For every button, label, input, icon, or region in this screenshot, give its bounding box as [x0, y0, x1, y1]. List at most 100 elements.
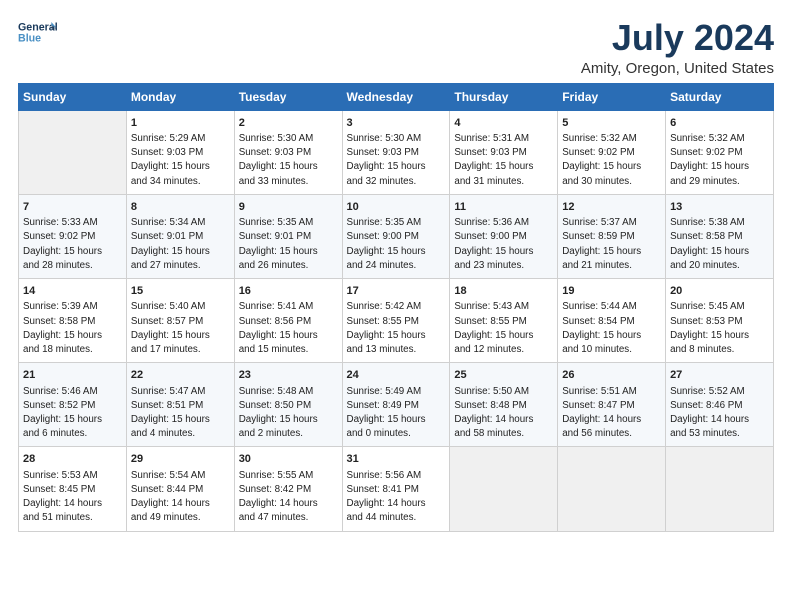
table-row: 23 Sunrise: 5:48 AM Sunset: 8:50 PM Dayli… — [234, 363, 342, 447]
table-row: 5Sunrise: 5:32 AM Sunset: 9:02 PM Daylig… — [558, 110, 666, 194]
day-info: Sunrise: 5:48 AM Sunset: 8:50 PM Dayligh… — [239, 385, 338, 442]
table-row: 13Sunrise: 5:38 AM Sunset: 8:58 PM Dayli… — [666, 194, 774, 278]
day-number: 3 — [347, 116, 446, 131]
day-info: Sunrise: 5:42 AM Sunset: 8:55 PM Dayligh… — [347, 300, 446, 357]
table-row: 11Sunrise: 5:36 AM Sunset: 9:00 PM Dayli… — [450, 194, 558, 278]
table-row: 9Sunrise: 5:35 AM Sunset: 9:01 PM Daylig… — [234, 194, 342, 278]
day-info: Sunrise: 5:32 AM Sunset: 9:02 PM Dayligh… — [562, 132, 661, 189]
day-info: Sunrise: 5:30 AM Sunset: 9:03 PM Dayligh… — [239, 132, 338, 189]
day-number: 14 — [23, 284, 122, 299]
table-row: 28 Sunrise: 5:53 AM Sunset: 8:45 PM Dayli… — [19, 447, 127, 531]
table-row — [19, 110, 127, 194]
table-row: 22Sunrise: 5:47 AM Sunset: 8:51 PM Dayli… — [126, 363, 234, 447]
day-number: 17 — [347, 284, 446, 299]
page: General Blue July 2024 Amity, Oregon, Un… — [0, 0, 792, 612]
day-number: 20 — [670, 284, 769, 299]
table-row: 16Sunrise: 5:41 AM Sunset: 8:56 PM Dayli… — [234, 279, 342, 363]
day-info: Sunrise: 5:52 AM Sunset: 8:46 PM Dayligh… — [670, 385, 769, 442]
day-info: Sunrise: 5:46 AM Sunset: 8:52 PM Dayligh… — [23, 385, 122, 442]
table-row: 15Sunrise: 5:40 AM Sunset: 8:57 PM Dayli… — [126, 279, 234, 363]
table-row: 25 Sunrise: 5:50 AM Sunset: 8:48 PM Dayli… — [450, 363, 558, 447]
table-row: 4Sunrise: 5:31 AM Sunset: 9:03 PM Daylig… — [450, 110, 558, 194]
day-info: Sunrise: 5:30 AM Sunset: 9:03 PM Dayligh… — [347, 132, 446, 189]
day-number: 7 — [23, 200, 122, 215]
table-row: 27Sunrise: 5:52 AM Sunset: 8:46 PM Dayli… — [666, 363, 774, 447]
day-info: Sunrise: 5:29 AM Sunset: 9:03 PM Dayligh… — [131, 132, 230, 189]
day-number: 23 — [239, 368, 338, 383]
col-thursday: Thursday — [450, 83, 558, 110]
day-info: Sunrise: 5:36 AM Sunset: 9:00 PM Dayligh… — [454, 216, 553, 273]
table-row: 19Sunrise: 5:44 AM Sunset: 8:54 PM Dayli… — [558, 279, 666, 363]
table-row: 26 Sunrise: 5:51 AM Sunset: 8:47 PM Dayli… — [558, 363, 666, 447]
day-number: 18 — [454, 284, 553, 299]
day-number: 12 — [562, 200, 661, 215]
day-info: Sunrise: 5:40 AM Sunset: 8:57 PM Dayligh… — [131, 300, 230, 357]
day-number: 25 — [454, 368, 553, 383]
table-row: 12Sunrise: 5:37 AM Sunset: 8:59 PM Dayli… — [558, 194, 666, 278]
header: General Blue July 2024 Amity, Oregon, Un… — [18, 18, 774, 77]
day-info: Sunrise: 5:54 AM Sunset: 8:44 PM Dayligh… — [131, 469, 230, 526]
col-wednesday: Wednesday — [342, 83, 450, 110]
col-friday: Friday — [558, 83, 666, 110]
day-number: 11 — [454, 200, 553, 215]
day-info: Sunrise: 5:38 AM Sunset: 8:58 PM Dayligh… — [670, 216, 769, 273]
table-row: 7Sunrise: 5:33 AM Sunset: 9:02 PM Daylig… — [19, 194, 127, 278]
day-number: 22 — [131, 368, 230, 383]
day-number: 21 — [23, 368, 122, 383]
calendar-table: Sunday Monday Tuesday Wednesday Thursday… — [18, 83, 774, 532]
calendar-week-row: 14Sunrise: 5:39 AM Sunset: 8:58 PM Dayli… — [19, 279, 774, 363]
table-row: 17Sunrise: 5:42 AM Sunset: 8:55 PM Dayli… — [342, 279, 450, 363]
day-number: 5 — [562, 116, 661, 131]
table-row: 6Sunrise: 5:32 AM Sunset: 9:02 PM Daylig… — [666, 110, 774, 194]
day-number: 4 — [454, 116, 553, 131]
day-info: Sunrise: 5:43 AM Sunset: 8:55 PM Dayligh… — [454, 300, 553, 357]
day-number: 30 — [239, 452, 338, 467]
day-number: 19 — [562, 284, 661, 299]
main-title: July 2024 — [581, 18, 774, 58]
logo: General Blue — [18, 18, 58, 48]
day-info: Sunrise: 5:45 AM Sunset: 8:53 PM Dayligh… — [670, 300, 769, 357]
table-row: 3Sunrise: 5:30 AM Sunset: 9:03 PM Daylig… — [342, 110, 450, 194]
day-number: 1 — [131, 116, 230, 131]
day-number: 9 — [239, 200, 338, 215]
day-info: Sunrise: 5:32 AM Sunset: 9:02 PM Dayligh… — [670, 132, 769, 189]
day-info: Sunrise: 5:35 AM Sunset: 9:00 PM Dayligh… — [347, 216, 446, 273]
day-number: 26 — [562, 368, 661, 383]
table-row — [450, 447, 558, 531]
day-number: 24 — [347, 368, 446, 383]
table-row: 10Sunrise: 5:35 AM Sunset: 9:00 PM Dayli… — [342, 194, 450, 278]
table-row — [558, 447, 666, 531]
table-row: 1Sunrise: 5:29 AM Sunset: 9:03 PM Daylig… — [126, 110, 234, 194]
day-number: 29 — [131, 452, 230, 467]
day-info: Sunrise: 5:49 AM Sunset: 8:49 PM Dayligh… — [347, 385, 446, 442]
day-number: 31 — [347, 452, 446, 467]
day-number: 16 — [239, 284, 338, 299]
day-number: 28 — [23, 452, 122, 467]
day-info: Sunrise: 5:56 AM Sunset: 8:41 PM Dayligh… — [347, 469, 446, 526]
day-info: Sunrise: 5:51 AM Sunset: 8:47 PM Dayligh… — [562, 385, 661, 442]
table-row: 24 Sunrise: 5:49 AM Sunset: 8:49 PM Dayli… — [342, 363, 450, 447]
day-info: Sunrise: 5:33 AM Sunset: 9:02 PM Dayligh… — [23, 216, 122, 273]
table-row: 21 Sunrise: 5:46 AM Sunset: 8:52 PM Dayli… — [19, 363, 127, 447]
day-info: Sunrise: 5:41 AM Sunset: 8:56 PM Dayligh… — [239, 300, 338, 357]
calendar-header-row: Sunday Monday Tuesday Wednesday Thursday… — [19, 83, 774, 110]
day-number: 15 — [131, 284, 230, 299]
table-row: 31 Sunrise: 5:56 AM Sunset: 8:41 PM Dayli… — [342, 447, 450, 531]
logo-icon: General Blue — [18, 18, 58, 46]
calendar-week-row: 1Sunrise: 5:29 AM Sunset: 9:03 PM Daylig… — [19, 110, 774, 194]
table-row: 20Sunrise: 5:45 AM Sunset: 8:53 PM Dayli… — [666, 279, 774, 363]
day-info: Sunrise: 5:37 AM Sunset: 8:59 PM Dayligh… — [562, 216, 661, 273]
col-sunday: Sunday — [19, 83, 127, 110]
table-row: 30 Sunrise: 5:55 AM Sunset: 8:42 PM Dayli… — [234, 447, 342, 531]
day-number: 2 — [239, 116, 338, 131]
table-row: 8Sunrise: 5:34 AM Sunset: 9:01 PM Daylig… — [126, 194, 234, 278]
day-info: Sunrise: 5:55 AM Sunset: 8:42 PM Dayligh… — [239, 469, 338, 526]
day-info: Sunrise: 5:50 AM Sunset: 8:48 PM Dayligh… — [454, 385, 553, 442]
table-row: 29 Sunrise: 5:54 AM Sunset: 8:44 PM Dayli… — [126, 447, 234, 531]
calendar-week-row: 21 Sunrise: 5:46 AM Sunset: 8:52 PM Dayli… — [19, 363, 774, 447]
table-row: 2Sunrise: 5:30 AM Sunset: 9:03 PM Daylig… — [234, 110, 342, 194]
day-info: Sunrise: 5:44 AM Sunset: 8:54 PM Dayligh… — [562, 300, 661, 357]
day-info: Sunrise: 5:53 AM Sunset: 8:45 PM Dayligh… — [23, 469, 122, 526]
day-info: Sunrise: 5:39 AM Sunset: 8:58 PM Dayligh… — [23, 300, 122, 357]
day-number: 13 — [670, 200, 769, 215]
